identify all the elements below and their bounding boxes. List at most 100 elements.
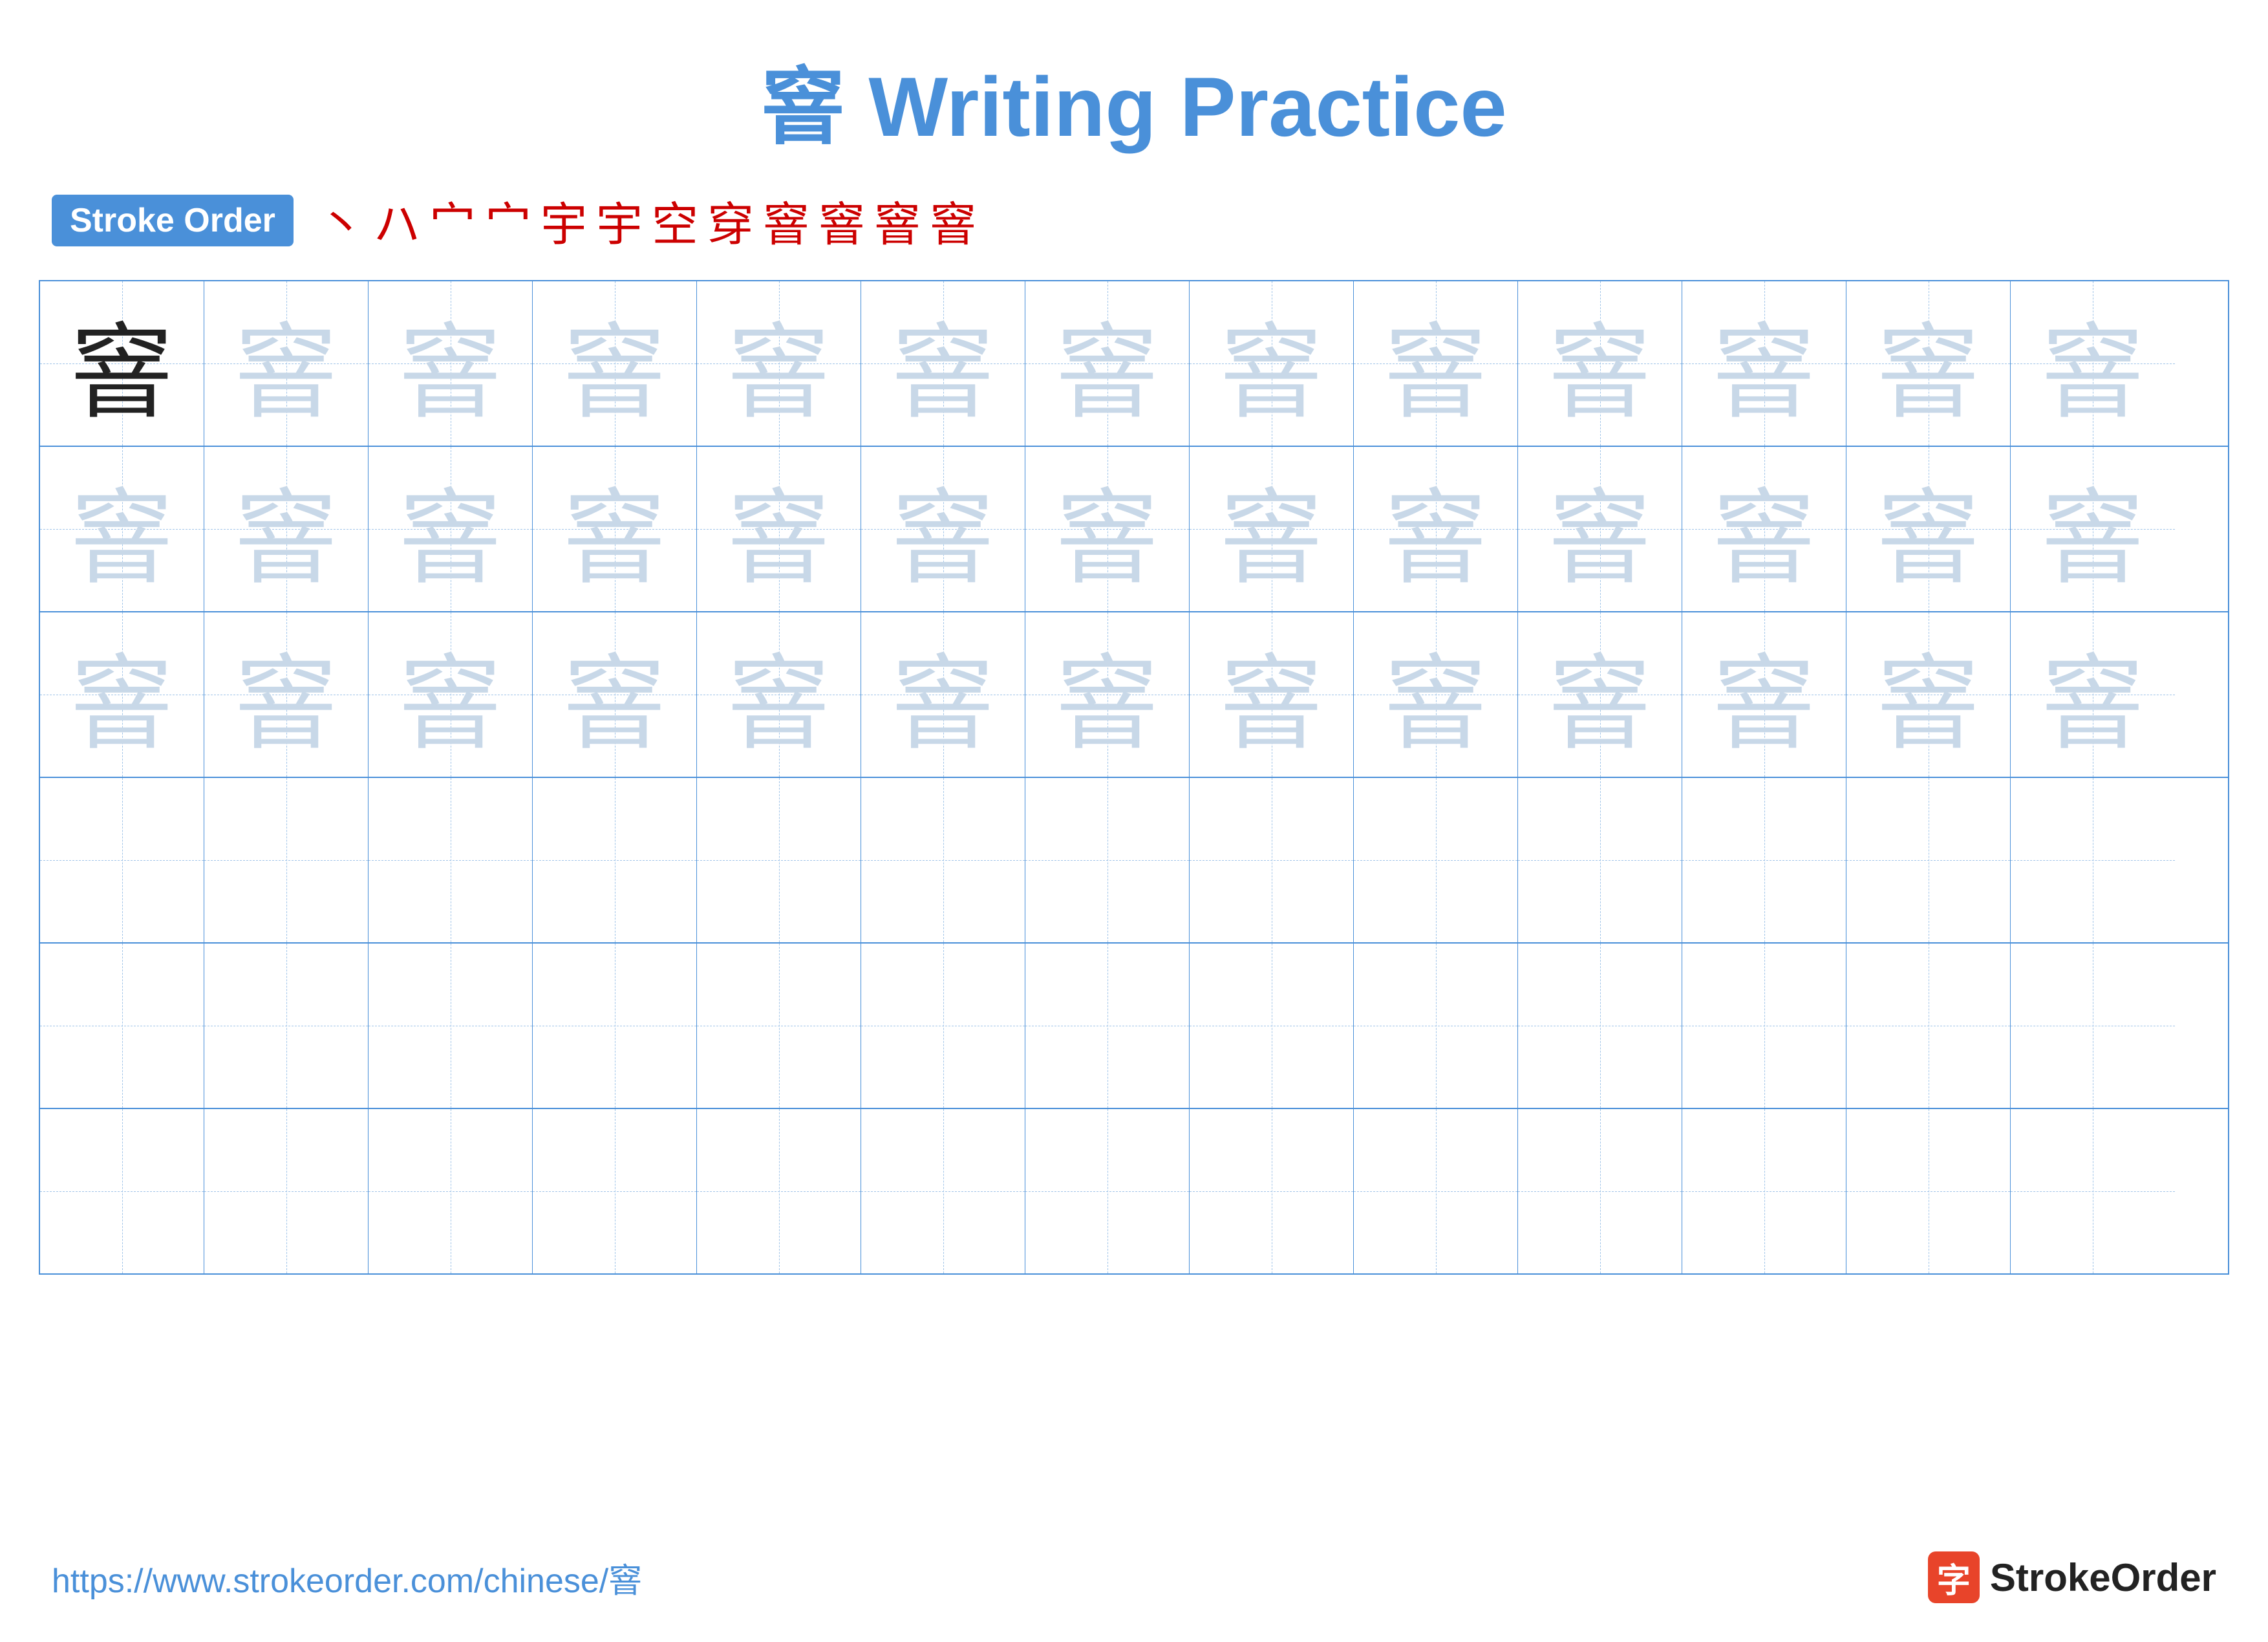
grid-cell-5-5[interactable] — [861, 1109, 1025, 1273]
grid-row-5 — [40, 1109, 2228, 1273]
stroke-step-5: 宇 — [540, 186, 587, 254]
grid-cell-0-12[interactable]: 窨 — [2011, 281, 2175, 446]
grid-cell-3-2[interactable] — [369, 778, 533, 942]
grid-cell-4-6[interactable] — [1025, 944, 1190, 1108]
grid-cell-4-5[interactable] — [861, 944, 1025, 1108]
stroke-steps: 丶 ハ 宀 宀 宇 宇 空 穿 窨 窨 窨 窨 — [318, 186, 976, 254]
title-text: Writing Practice — [845, 59, 1506, 154]
grid-row-1: 窨 窨 窨 窨 窨 窨 窨 窨 窨 窨 窨 窨 窨 — [40, 447, 2228, 612]
grid-cell-3-7[interactable] — [1190, 778, 1354, 942]
grid-cell-2-6[interactable]: 窨 — [1025, 612, 1190, 777]
grid-cell-2-12[interactable]: 窨 — [2011, 612, 2175, 777]
grid-cell-5-2[interactable] — [369, 1109, 533, 1273]
grid-cell-1-8[interactable]: 窨 — [1354, 447, 1518, 611]
grid-cell-3-5[interactable] — [861, 778, 1025, 942]
grid-cell-1-7[interactable]: 窨 — [1190, 447, 1354, 611]
title-char: 窨 — [761, 59, 845, 154]
grid-cell-1-10[interactable]: 窨 — [1682, 447, 1846, 611]
grid-cell-3-1[interactable] — [204, 778, 369, 942]
grid-cell-3-11[interactable] — [1846, 778, 2011, 942]
grid-cell-3-6[interactable] — [1025, 778, 1190, 942]
grid-cell-2-5[interactable]: 窨 — [861, 612, 1025, 777]
grid-cell-4-4[interactable] — [697, 944, 861, 1108]
grid-cell-3-4[interactable] — [697, 778, 861, 942]
grid-cell-0-0[interactable]: 窨 — [40, 281, 204, 446]
grid-cell-5-11[interactable] — [1846, 1109, 2011, 1273]
grid-cell-5-6[interactable] — [1025, 1109, 1190, 1273]
grid-cell-4-1[interactable] — [204, 944, 369, 1108]
grid-cell-2-3[interactable]: 窨 — [533, 612, 697, 777]
grid-cell-0-7[interactable]: 窨 — [1190, 281, 1354, 446]
grid-cell-1-1[interactable]: 窨 — [204, 447, 369, 611]
stroke-step-7: 空 — [652, 186, 698, 254]
grid-cell-1-5[interactable]: 窨 — [861, 447, 1025, 611]
page-title: 窨 Writing Practice — [0, 39, 2268, 160]
grid-cell-1-12[interactable]: 窨 — [2011, 447, 2175, 611]
grid-cell-5-8[interactable] — [1354, 1109, 1518, 1273]
stroke-step-2: ハ — [374, 186, 420, 254]
grid-cell-5-1[interactable] — [204, 1109, 369, 1273]
grid-cell-0-9[interactable]: 窨 — [1518, 281, 1682, 446]
grid-cell-4-11[interactable] — [1846, 944, 2011, 1108]
stroke-step-4: 宀 — [485, 186, 531, 254]
grid-cell-5-4[interactable] — [697, 1109, 861, 1273]
grid-cell-3-12[interactable] — [2011, 778, 2175, 942]
grid-cell-0-10[interactable]: 窨 — [1682, 281, 1846, 446]
grid-cell-1-3[interactable]: 窨 — [533, 447, 697, 611]
grid-cell-2-1[interactable]: 窨 — [204, 612, 369, 777]
grid-cell-5-0[interactable] — [40, 1109, 204, 1273]
grid-cell-2-11[interactable]: 窨 — [1846, 612, 2011, 777]
grid-cell-0-1[interactable]: 窨 — [204, 281, 369, 446]
footer-logo-text: StrokeOrder — [1990, 1555, 2216, 1600]
stroke-step-9: 窨 — [763, 186, 809, 254]
grid-cell-1-6[interactable]: 窨 — [1025, 447, 1190, 611]
grid-cell-4-0[interactable] — [40, 944, 204, 1108]
grid-cell-4-7[interactable] — [1190, 944, 1354, 1108]
grid-cell-5-9[interactable] — [1518, 1109, 1682, 1273]
grid-cell-2-10[interactable]: 窨 — [1682, 612, 1846, 777]
grid-cell-0-11[interactable]: 窨 — [1846, 281, 2011, 446]
footer: https://www.strokeorder.com/chinese/窨 字 … — [0, 1551, 2268, 1603]
grid-cell-4-8[interactable] — [1354, 944, 1518, 1108]
grid-cell-3-3[interactable] — [533, 778, 697, 942]
grid-cell-0-4[interactable]: 窨 — [697, 281, 861, 446]
stroke-step-1: 丶 — [318, 186, 365, 254]
grid-cell-5-10[interactable] — [1682, 1109, 1846, 1273]
grid-cell-3-8[interactable] — [1354, 778, 1518, 942]
grid-cell-1-0[interactable]: 窨 — [40, 447, 204, 611]
grid-cell-1-9[interactable]: 窨 — [1518, 447, 1682, 611]
grid-cell-0-3[interactable]: 窨 — [533, 281, 697, 446]
grid-cell-0-6[interactable]: 窨 — [1025, 281, 1190, 446]
grid-cell-1-2[interactable]: 窨 — [369, 447, 533, 611]
grid-cell-0-2[interactable]: 窨 — [369, 281, 533, 446]
grid-cell-3-0[interactable] — [40, 778, 204, 942]
grid-cell-4-9[interactable] — [1518, 944, 1682, 1108]
grid-cell-4-10[interactable] — [1682, 944, 1846, 1108]
grid-cell-3-9[interactable] — [1518, 778, 1682, 942]
grid-cell-1-11[interactable]: 窨 — [1846, 447, 2011, 611]
char-dark: 窨 — [70, 288, 173, 438]
grid-cell-4-3[interactable] — [533, 944, 697, 1108]
grid-cell-5-7[interactable] — [1190, 1109, 1354, 1273]
grid-cell-0-8[interactable]: 窨 — [1354, 281, 1518, 446]
grid-cell-2-2[interactable]: 窨 — [369, 612, 533, 777]
grid-cell-4-12[interactable] — [2011, 944, 2175, 1108]
grid-cell-1-4[interactable]: 窨 — [697, 447, 861, 611]
footer-logo: 字 StrokeOrder — [1928, 1551, 2216, 1603]
footer-url[interactable]: https://www.strokeorder.com/chinese/窨 — [52, 1553, 642, 1602]
grid-cell-5-3[interactable] — [533, 1109, 697, 1273]
grid-cell-3-10[interactable] — [1682, 778, 1846, 942]
grid-cell-0-5[interactable]: 窨 — [861, 281, 1025, 446]
stroke-step-11: 窨 — [874, 186, 921, 254]
grid-cell-2-0[interactable]: 窨 — [40, 612, 204, 777]
grid-cell-2-9[interactable]: 窨 — [1518, 612, 1682, 777]
stroke-order-row: Stroke Order 丶 ハ 宀 宀 宇 宇 空 穿 窨 窨 窨 窨 — [52, 186, 2268, 254]
grid-cell-2-7[interactable]: 窨 — [1190, 612, 1354, 777]
grid-cell-5-12[interactable] — [2011, 1109, 2175, 1273]
grid-cell-4-2[interactable] — [369, 944, 533, 1108]
grid-cell-2-8[interactable]: 窨 — [1354, 612, 1518, 777]
grid-cell-2-4[interactable]: 窨 — [697, 612, 861, 777]
grid-row-2: 窨 窨 窨 窨 窨 窨 窨 窨 窨 窨 窨 窨 窨 — [40, 612, 2228, 778]
practice-grid: 窨 窨 窨 窨 窨 窨 窨 窨 窨 窨 窨 窨 窨 窨 窨 窨 窨 窨 窨 窨 … — [39, 280, 2229, 1275]
stroke-step-3: 宀 — [429, 186, 476, 254]
